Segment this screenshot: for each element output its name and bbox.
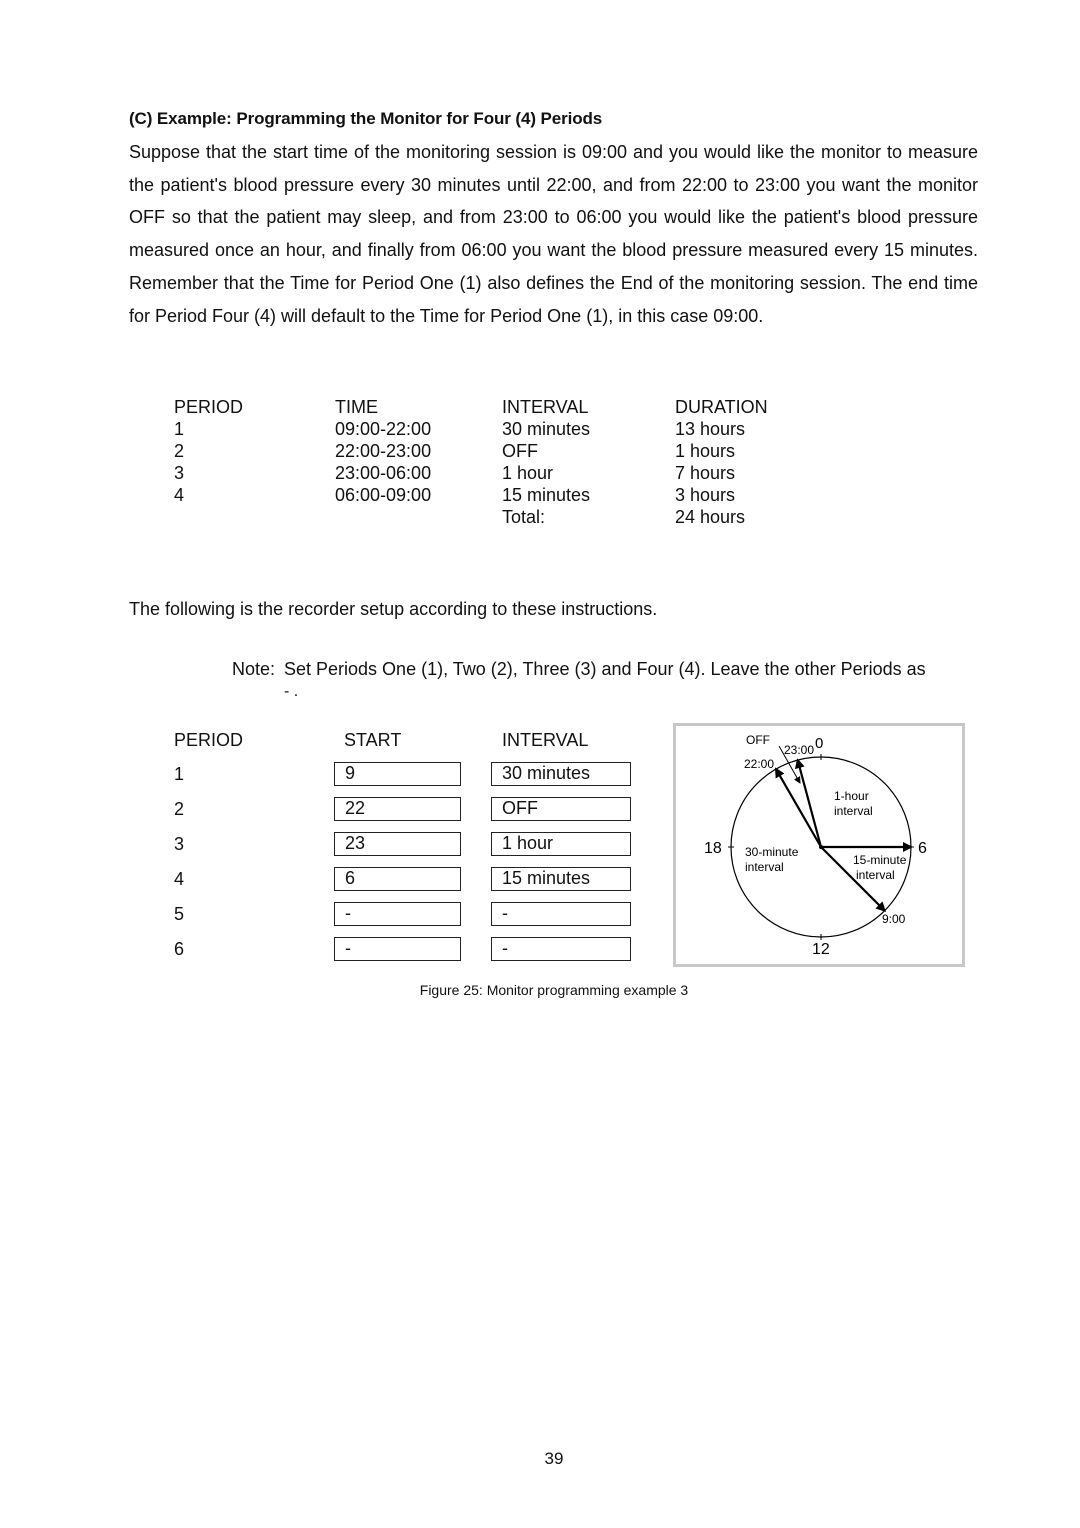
label-900: 9:00: [882, 912, 906, 926]
clock-diagram: 0 6 12 18 OFF 23:00 22:00 9:00 1-hour in…: [673, 723, 965, 967]
setup-header-interval: INTERVAL: [502, 730, 589, 750]
clock-hand-23: [794, 758, 823, 848]
label-18: 18: [704, 840, 722, 857]
table-cell: 4: [174, 485, 185, 505]
interval-field-period-3[interactable]: 1 hour: [491, 832, 631, 856]
label-15min-1: 15-minute: [853, 853, 907, 867]
setup-period-number: 5: [174, 904, 185, 924]
interval-field-period-2[interactable]: OFF: [491, 797, 631, 821]
label-15min-2: interval: [856, 868, 895, 882]
table-cell: 7 hours: [675, 463, 736, 483]
table-cell: 06:00-09:00: [335, 485, 432, 505]
table-cell: 1 hour: [502, 463, 554, 483]
setup-period-number: 3: [174, 834, 185, 854]
label-1hour-1: 1-hour: [834, 789, 869, 803]
intro-paragraph: Suppose that the start time of the monit…: [129, 142, 978, 326]
total-value: 24 hours: [675, 507, 746, 527]
header-period: PERIOD: [174, 397, 244, 417]
setup-period-number: 2: [174, 799, 185, 819]
following-text: The following is the recorder setup acco…: [129, 599, 658, 619]
header-duration: DURATION: [675, 397, 768, 417]
table-cell: 1 hours: [675, 441, 736, 461]
label-12: 12: [812, 941, 830, 958]
note-label-text: Note: [232, 659, 271, 679]
table-cell: 15 minutes: [502, 485, 591, 505]
label-2200: 22:00: [744, 757, 774, 771]
header-time: TIME: [335, 397, 378, 417]
interval-field-period-4[interactable]: 15 minutes: [491, 867, 631, 891]
label-30min-2: interval: [745, 860, 784, 874]
total-label: Total:: [502, 507, 546, 527]
setup-period-number: 6: [174, 939, 185, 959]
table-cell: 2: [174, 441, 185, 461]
setup-header-start: START: [344, 730, 402, 750]
label-2300: 23:00: [784, 743, 814, 757]
clock-center: [819, 845, 823, 849]
table-cell: 1: [174, 419, 185, 439]
header-interval: INTERVAL: [502, 397, 589, 417]
start-field-period-1[interactable]: 9: [334, 762, 461, 786]
page-number: 39: [544, 1449, 564, 1468]
start-field-period-3[interactable]: 23: [334, 832, 461, 856]
clock-svg: 0 6 12 18 OFF 23:00 22:00 9:00 1-hour in…: [704, 733, 927, 958]
note-text: Set Periods One (1), Two (2), Three (3) …: [284, 659, 926, 679]
start-field-period-6[interactable]: -: [334, 937, 461, 961]
label-30min-1: 30-minute: [745, 845, 799, 859]
label-6: 6: [918, 840, 927, 857]
interval-field-period-5[interactable]: -: [491, 902, 631, 926]
interval-field-period-1[interactable]: 30 minutes: [491, 762, 631, 786]
start-field-period-4[interactable]: 6: [334, 867, 461, 891]
table-cell: 3: [174, 463, 185, 483]
setup-header-period: PERIOD: [174, 730, 244, 750]
figure-caption: Figure 25: Monitor programming example 3: [419, 982, 689, 998]
table-cell: 30 minutes: [502, 419, 591, 439]
table-cell: 09:00-22:00: [335, 419, 432, 439]
interval-field-period-6[interactable]: -: [491, 937, 631, 961]
label-1hour-2: interval: [834, 804, 873, 818]
note-separator: :: [270, 659, 276, 679]
label-off: OFF: [746, 733, 770, 747]
start-field-period-2[interactable]: 22: [334, 797, 461, 821]
note-label: Note:: [232, 659, 275, 680]
setup-period-number: 4: [174, 869, 185, 889]
label-0: 0: [815, 735, 823, 752]
note-text-continued: - .: [284, 683, 299, 700]
start-field-period-5[interactable]: -: [334, 902, 461, 926]
section-heading: (C) Example: Programming the Monitor for…: [129, 109, 603, 128]
table-cell: 22:00-23:00: [335, 441, 432, 461]
setup-period-number: 1: [174, 764, 185, 784]
table-cell: 3 hours: [675, 485, 736, 505]
table-cell: 13 hours: [675, 419, 746, 439]
table-cell: 23:00-06:00: [335, 463, 432, 483]
table-cell: OFF: [502, 441, 538, 461]
